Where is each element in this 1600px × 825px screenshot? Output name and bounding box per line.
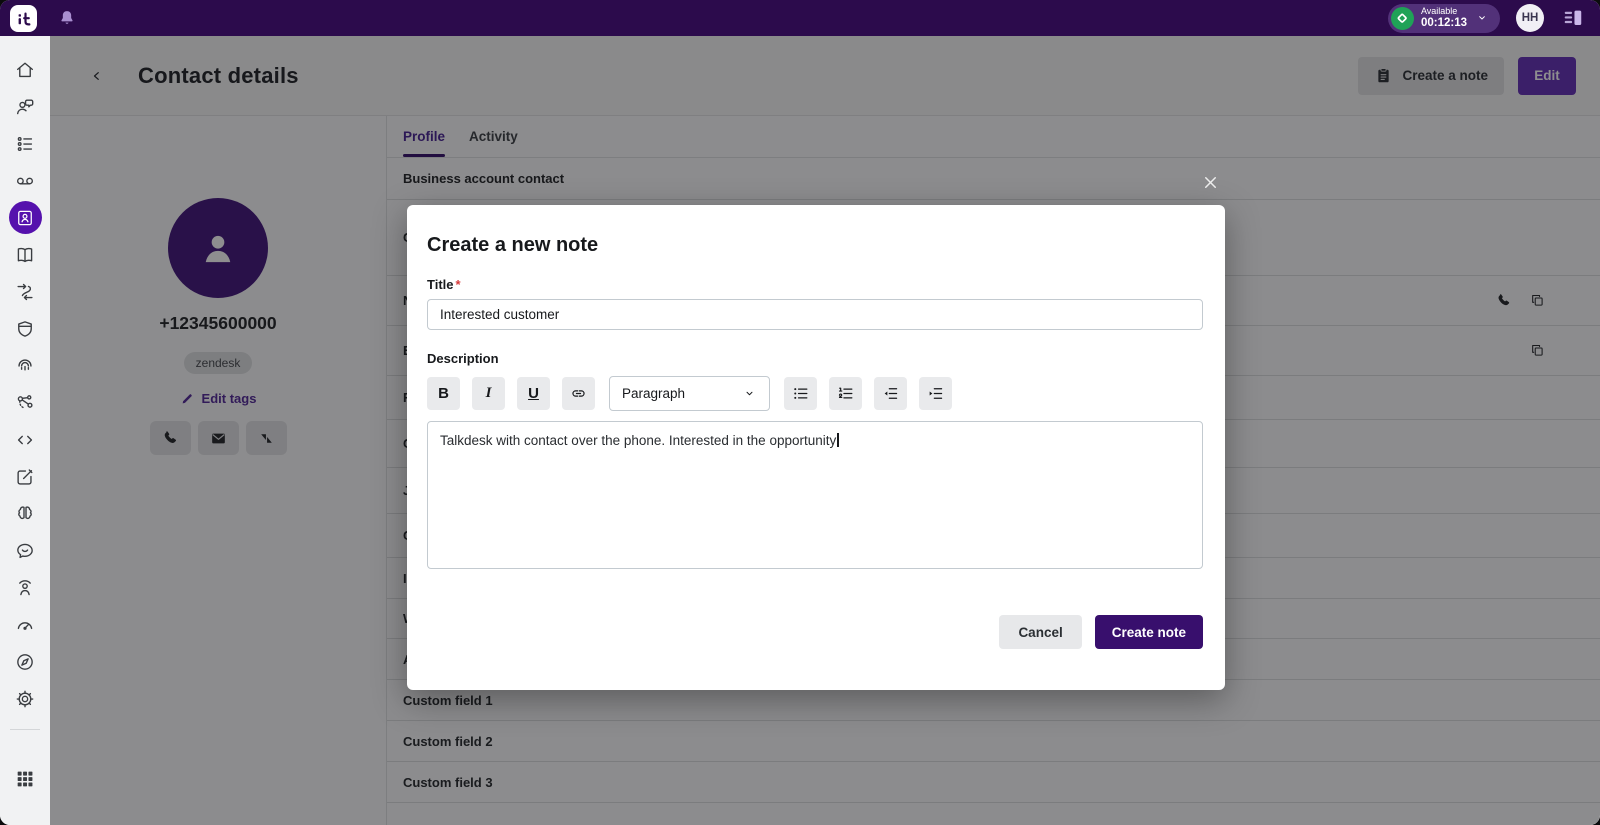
indent-button[interactable] [919, 377, 952, 410]
status-available-icon [1390, 6, 1414, 30]
talkdesk-logo[interactable] [10, 4, 37, 32]
gauge-icon [17, 621, 33, 630]
agent-chat-icon [16, 99, 34, 114]
sidebar-item-explore[interactable] [0, 643, 50, 680]
talkdesk-logo-icon [18, 12, 31, 25]
italic-button[interactable]: I [472, 377, 505, 410]
sidebar-item-settings[interactable] [0, 680, 50, 717]
status-label: Available [1420, 5, 1458, 16]
link-button[interactable] [562, 377, 595, 410]
chevron-down-icon [1479, 16, 1485, 20]
outdent-button[interactable] [874, 377, 907, 410]
app-window: Available 00:12:13 HH Contact details Cr… [0, 0, 1600, 825]
modal-footer: Cancel Create note [427, 615, 1203, 649]
network-graph-icon [17, 394, 33, 409]
paragraph-format-select[interactable]: Paragraph [609, 376, 770, 411]
compass-icon [17, 653, 33, 670]
bullet-list-icon [794, 388, 808, 399]
link-icon [572, 390, 585, 397]
sidebar-item-feedback[interactable] [0, 532, 50, 569]
task-list-icon [17, 136, 33, 151]
close-icon [1204, 176, 1216, 188]
indent-icon [929, 388, 943, 399]
numbered-list-icon [838, 387, 853, 399]
bullet-list-button[interactable] [784, 377, 817, 410]
sidebar-item-dashboard[interactable] [0, 606, 50, 643]
brain-icon [18, 505, 32, 519]
conversations-panel-icon[interactable] [1562, 7, 1584, 29]
chat-smile-icon [17, 543, 33, 558]
sidebar-item-home[interactable] [0, 51, 50, 88]
fingerprint-icon [18, 358, 32, 371]
outdent-icon [884, 386, 898, 401]
sidebar-item-workforce[interactable] [0, 569, 50, 606]
modal-close-button[interactable] [1199, 171, 1221, 193]
sidebar-nav [0, 36, 50, 825]
sidebar-item-voice-biometrics[interactable] [0, 347, 50, 384]
agent-status-pill[interactable]: Available 00:12:13 [1387, 3, 1500, 33]
open-book-icon [17, 247, 33, 262]
create-note-modal: Create a new note Title* Description B I… [407, 205, 1225, 690]
sidebar-item-library[interactable] [0, 236, 50, 273]
status-timer: 00:12:13 [1420, 16, 1467, 29]
shield-icon [18, 320, 32, 337]
chevron-down-icon [746, 391, 753, 396]
title-field-label: Title * [427, 277, 461, 292]
home-icon [16, 62, 34, 77]
note-description-input[interactable]: Talkdesk with contact over the phone. In… [427, 421, 1203, 569]
topbar: Available 00:12:13 HH [0, 0, 1600, 36]
cancel-button[interactable]: Cancel [999, 615, 1082, 649]
notifications-bell-icon[interactable] [57, 8, 77, 28]
sidebar-divider [10, 729, 40, 730]
gear-icon [16, 690, 34, 707]
required-asterisk: * [455, 277, 461, 292]
create-note-modal-wrap: Create a new note Title* Description B I… [407, 176, 1225, 690]
format-selected-value: Paragraph [622, 386, 686, 401]
editor-toolbar: B I U Paragraph [427, 376, 1203, 411]
sidebar-item-forms[interactable] [0, 458, 50, 495]
sidebar-item-routing[interactable] [0, 273, 50, 310]
create-note-submit-button[interactable]: Create note [1094, 615, 1203, 649]
description-field-label: Description [427, 351, 499, 366]
modal-title: Create a new note [427, 234, 599, 256]
sidebar-item-conversations[interactable] [0, 88, 50, 125]
sidebar-item-voicemail[interactable] [0, 162, 50, 199]
sidebar-item-contacts[interactable] [0, 199, 50, 236]
sidebar-item-integrations[interactable] [0, 384, 50, 421]
code-icon [17, 435, 33, 444]
note-description-text: Talkdesk with contact over the phone. In… [440, 433, 837, 448]
sidebar-item-ai-assist[interactable] [0, 495, 50, 532]
numbered-list-button[interactable] [829, 377, 862, 410]
underline-button[interactable]: U [517, 377, 550, 410]
workforce-person-icon [19, 579, 31, 595]
sidebar-item-code[interactable] [0, 421, 50, 458]
apps-grid-icon[interactable] [14, 768, 36, 790]
note-title-input[interactable] [427, 299, 1203, 330]
bold-button[interactable]: B [427, 377, 460, 410]
text-caret [837, 433, 839, 447]
sidebar-item-security[interactable] [0, 310, 50, 347]
voicemail-icon [16, 177, 34, 184]
sidebar-item-tasks[interactable] [0, 125, 50, 162]
contact-card-icon [18, 210, 32, 225]
user-avatar[interactable]: HH [1516, 4, 1544, 32]
compose-icon [17, 468, 33, 485]
routing-flow-icon [17, 283, 33, 300]
contacts-active-indicator [8, 201, 42, 234]
